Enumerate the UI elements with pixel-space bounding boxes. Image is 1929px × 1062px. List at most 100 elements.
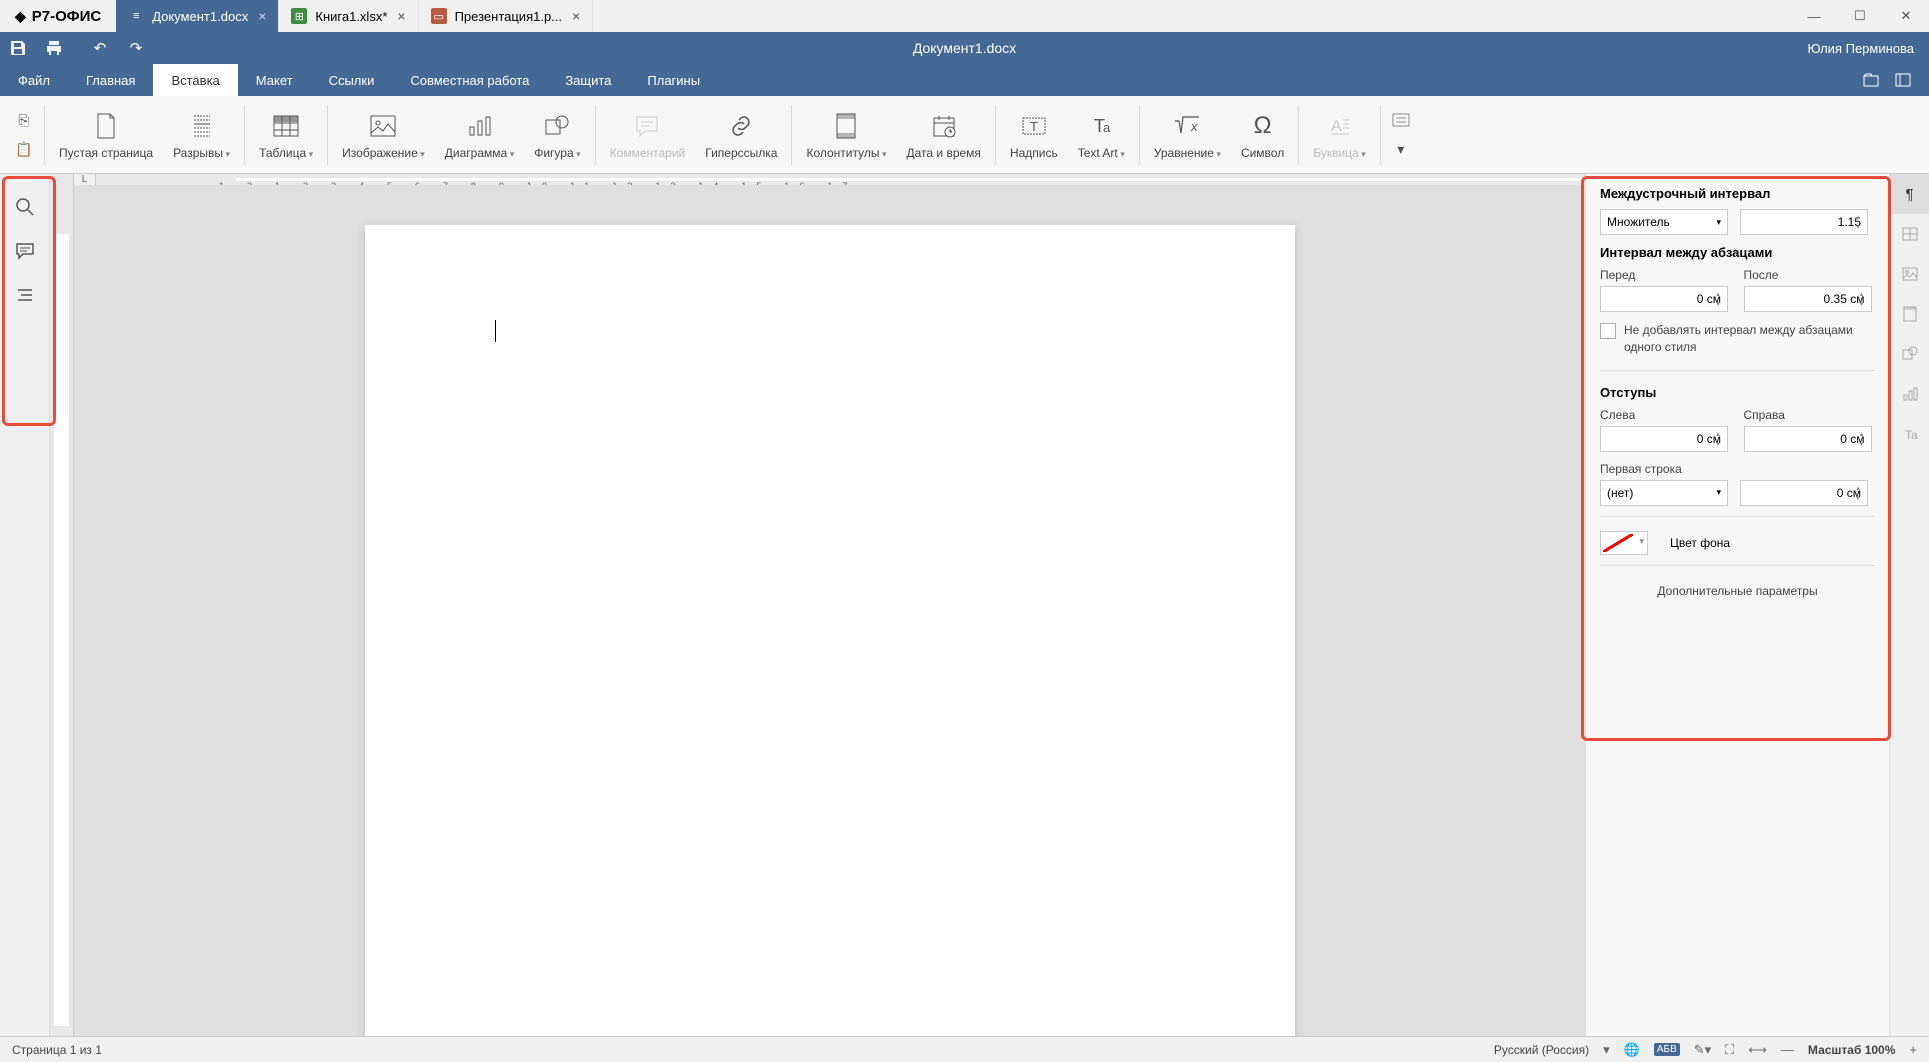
chevron-down-icon[interactable]: ▾ <box>1603 1042 1610 1058</box>
table-tab[interactable] <box>1890 214 1929 254</box>
menu-home[interactable]: Главная <box>68 64 153 96</box>
maximize-button[interactable]: ☐ <box>1837 0 1883 32</box>
table-button[interactable]: Таблица <box>249 100 323 170</box>
menu-references[interactable]: Ссылки <box>311 64 393 96</box>
shape-button[interactable]: Фигура <box>524 100 590 170</box>
svg-text:Ta: Ta <box>1905 428 1918 442</box>
tab-presentation[interactable]: ▭ Презентация1.p... × <box>419 0 594 32</box>
chart-tab[interactable] <box>1890 374 1929 414</box>
header-tab[interactable] <box>1890 294 1929 334</box>
globe-icon[interactable]: 🌐 <box>1624 1042 1640 1058</box>
equation-button[interactable]: x Уравнение <box>1144 100 1231 170</box>
view-settings-icon[interactable] <box>1887 66 1919 94</box>
fit-page-icon[interactable]: ⛶ <box>1725 1042 1734 1058</box>
comments-icon[interactable] <box>12 238 38 264</box>
menu-layout[interactable]: Макет <box>238 64 311 96</box>
spellcheck-icon[interactable]: АБВ <box>1654 1043 1680 1056</box>
close-icon[interactable]: × <box>572 8 580 24</box>
bg-color-picker[interactable] <box>1600 531 1648 555</box>
menu-file[interactable]: Файл <box>0 64 68 96</box>
breaks-button[interactable]: Разрывы <box>163 100 240 170</box>
open-location-icon[interactable] <box>1855 66 1887 94</box>
blank-page-button[interactable]: Пустая страница <box>49 100 163 170</box>
tab-spreadsheet[interactable]: ⊞ Книга1.xlsx* × <box>279 0 418 32</box>
advanced-settings-link[interactable]: Дополнительные параметры <box>1600 584 1875 598</box>
shape-tab[interactable] <box>1890 334 1929 374</box>
controls-group: ▾ <box>1385 100 1417 170</box>
line-spacing-value-input[interactable]: 1.15 ▴▾ <box>1740 209 1868 235</box>
image-button[interactable]: Изображение <box>332 100 435 170</box>
chart-button[interactable]: Диаграмма <box>435 100 524 170</box>
page-viewport[interactable] <box>74 185 1585 1036</box>
zoom-out-button[interactable]: — <box>1781 1042 1794 1057</box>
paragraph-tab[interactable]: ¶ <box>1890 174 1929 214</box>
textart-tab[interactable]: Ta <box>1890 414 1929 454</box>
comment-icon <box>635 110 659 142</box>
ribbon: ⎘ 📋 Пустая страница Разрывы Таблица Изоб… <box>0 96 1929 174</box>
image-tab[interactable] <box>1890 254 1929 294</box>
after-label: После <box>1744 268 1876 282</box>
paste-icon[interactable]: 📋 <box>14 139 34 159</box>
window-controls: — ☐ ✕ <box>1791 0 1929 32</box>
indent-left-input[interactable]: 0 см ▴▾ <box>1600 426 1728 452</box>
menu-protection[interactable]: Защита <box>547 64 629 96</box>
first-line-value-input[interactable]: 0 см ▴▾ <box>1740 480 1868 506</box>
save-button[interactable] <box>0 34 36 62</box>
app-name: Р7-ОФИС <box>32 8 101 25</box>
page-status[interactable]: Страница 1 из 1 <box>12 1043 102 1057</box>
no-spacing-checkbox[interactable] <box>1600 323 1616 339</box>
datetime-icon <box>932 110 956 142</box>
before-label: Перед <box>1600 268 1732 282</box>
minimize-button[interactable]: — <box>1791 0 1837 32</box>
redo-button[interactable]: ↷ <box>118 34 154 62</box>
chevron-down-icon[interactable]: ▾ <box>1391 139 1411 159</box>
textart-button[interactable]: Ta Text Art <box>1068 100 1135 170</box>
symbol-button[interactable]: Ω Символ <box>1231 100 1294 170</box>
tab-label: Книга1.xlsx* <box>315 9 387 24</box>
controls-icon[interactable] <box>1391 110 1411 130</box>
document-page[interactable] <box>365 225 1295 1036</box>
zoom-level[interactable]: Масштаб 100% <box>1808 1043 1895 1057</box>
first-line-type-select[interactable]: (нет)▾ <box>1600 480 1728 506</box>
line-spacing-type-select[interactable]: Множитель▾ <box>1600 209 1728 235</box>
copy-icon[interactable]: ⎘ <box>14 110 34 130</box>
after-input[interactable]: 0.35 см ▴▾ <box>1744 286 1872 312</box>
right-tab-bar: ¶ Ta <box>1889 174 1929 1036</box>
table-icon <box>273 110 299 142</box>
print-button[interactable] <box>36 34 72 62</box>
titlebar: ◆ Р7-ОФИС ≡ Документ1.docx × ⊞ Книга1.xl… <box>0 0 1929 32</box>
close-button[interactable]: ✕ <box>1883 0 1929 32</box>
datetime-button[interactable]: Дата и время <box>897 100 991 170</box>
vertical-ruler[interactable] <box>50 174 74 1036</box>
user-name[interactable]: Юлия Перминова <box>1808 41 1914 56</box>
indent-right-input[interactable]: 0 см ▴▾ <box>1744 426 1872 452</box>
shape-icon <box>544 110 570 142</box>
horizontal-ruler[interactable]: ·1·2·1·2·3·4·5·6·7·8·9·10·11·12·13·14·15… <box>96 174 1585 185</box>
blank-page-icon <box>95 110 117 142</box>
breaks-icon <box>190 110 214 142</box>
close-icon[interactable]: × <box>397 8 405 24</box>
svg-text:A: A <box>1331 118 1342 135</box>
before-input[interactable]: 0 см ▴▾ <box>1600 286 1728 312</box>
no-spacing-label: Не добавлять интервал между абзацами одн… <box>1624 322 1875 356</box>
search-icon[interactable] <box>12 194 38 220</box>
indents-title: Отступы <box>1600 385 1875 400</box>
menu-collaboration[interactable]: Совместная работа <box>392 64 547 96</box>
fit-width-icon[interactable]: ⟷ <box>1748 1042 1767 1058</box>
main-area: L ·1·2·1·2·3·4·5·6·7·8·9·10·11·12·13·14·… <box>0 174 1929 1036</box>
menu-plugins[interactable]: Плагины <box>629 64 718 96</box>
undo-button[interactable]: ↶ <box>82 34 118 62</box>
language-status[interactable]: Русский (Россия) <box>1494 1043 1589 1057</box>
hyperlink-button[interactable]: Гиперссылка <box>695 100 787 170</box>
textbox-button[interactable]: T Надпись <box>1000 100 1068 170</box>
app-logo: ◆ Р7-ОФИС <box>0 8 116 25</box>
tab-stop-selector[interactable]: L <box>74 174 96 185</box>
tab-document[interactable]: ≡ Документ1.docx × <box>116 0 279 32</box>
zoom-in-button[interactable]: + <box>1909 1042 1917 1057</box>
headers-button[interactable]: Колонтитулы <box>796 100 896 170</box>
menu-insert[interactable]: Вставка <box>153 64 237 96</box>
close-icon[interactable]: × <box>258 8 266 24</box>
track-changes-icon[interactable]: ✎▾ <box>1694 1042 1711 1058</box>
headings-icon[interactable] <box>12 282 38 308</box>
indent-right-label: Справа <box>1744 408 1876 422</box>
